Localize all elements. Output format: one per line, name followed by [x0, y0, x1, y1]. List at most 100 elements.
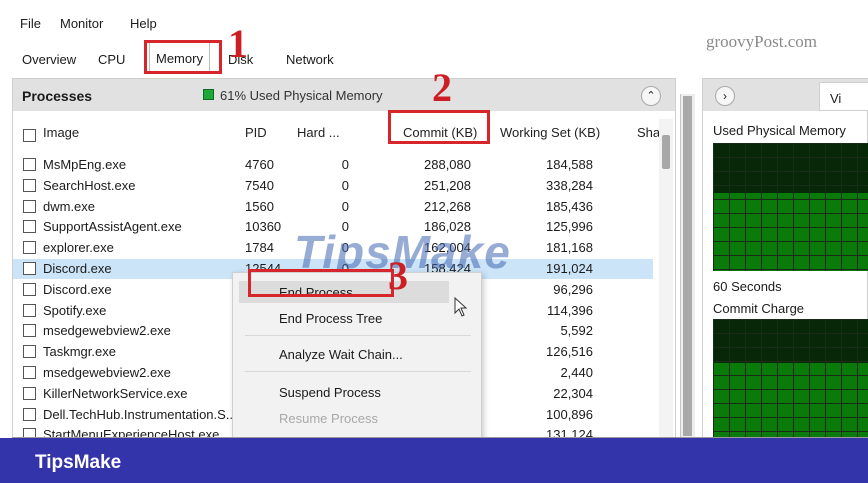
row-checkbox[interactable] — [23, 366, 36, 379]
screenshot-frame: File Monitor Help Overview CPU Memory Di… — [0, 0, 868, 483]
row-checkbox[interactable] — [23, 220, 36, 234]
process-working-set: 2,440 — [560, 365, 593, 380]
memory-status-text: 61% Used Physical Memory — [220, 88, 383, 103]
menu-separator — [245, 371, 471, 372]
process-image-name: Discord.exe — [43, 281, 112, 297]
row-checkbox[interactable] — [23, 241, 36, 255]
graphs-panel: › Vi Used Physical Memory 60 Seconds Com… — [702, 78, 868, 438]
process-image-name: MsMpEng.exe — [43, 157, 127, 172]
process-working-set: 5,592 — [560, 323, 593, 339]
scrollbar-thumb[interactable] — [662, 135, 670, 169]
process-pid: 10360 — [245, 219, 282, 235]
menu-item-analyze-wait-chain[interactable]: Analyze Wait Chain... — [279, 347, 403, 362]
row-checkbox[interactable] — [23, 178, 36, 192]
row-checkbox[interactable] — [23, 407, 36, 421]
process-commit: 212,268 — [424, 198, 471, 214]
expand-chevron-right-icon[interactable]: › — [715, 86, 735, 106]
menu-help[interactable]: Help — [130, 16, 157, 31]
process-working-set: 126,516 — [546, 344, 593, 360]
tab-network[interactable]: Network — [286, 52, 334, 67]
process-image-name: SupportAssistAgent.exe — [43, 219, 182, 235]
process-pid: 4760 — [245, 157, 274, 172]
process-commit: 288,080 — [424, 157, 471, 172]
menu-item-resume-process: Resume Process — [279, 411, 378, 426]
row-checkbox[interactable] — [23, 282, 36, 296]
process-image-name: SearchHost.exe — [43, 177, 136, 193]
commit-charge-label: Commit Charge — [713, 301, 805, 316]
processes-title: Processes — [22, 88, 93, 104]
splitter-thumb[interactable] — [683, 96, 692, 436]
process-pid: 1560 — [245, 198, 274, 214]
graph-grid — [713, 319, 868, 438]
process-hard-faults: 0 — [341, 157, 349, 172]
menu-item-end-process-tree[interactable]: End Process Tree — [279, 311, 382, 326]
column-pid[interactable]: PID — [245, 125, 267, 140]
process-working-set: 114,396 — [546, 302, 593, 318]
processes-header[interactable]: Processes 61% Used Physical Memory ⌃ — [13, 79, 675, 111]
highlight-end-process — [248, 269, 394, 297]
row-checkbox[interactable] — [23, 303, 36, 317]
used-physical-memory-label: Used Physical Memory — [713, 123, 846, 138]
column-hard-faults[interactable]: Hard ... — [297, 125, 340, 140]
table-row[interactable]: dwm.exe 1560 0 212,268 185,436 — [13, 197, 653, 217]
process-working-set: 22,304 — [553, 385, 593, 401]
column-shareable[interactable]: Sha — [637, 125, 660, 140]
process-commit: 251,208 — [424, 177, 471, 193]
mouse-cursor-icon — [454, 297, 468, 317]
graphs-header: › Vi — [703, 79, 868, 111]
column-working-set[interactable]: Working Set (KB) — [500, 125, 600, 140]
tab-cpu[interactable]: CPU — [98, 52, 125, 67]
commit-charge-graph — [713, 319, 868, 438]
annotation-number-3: 3 — [388, 253, 408, 298]
highlight-commit-column — [388, 110, 490, 144]
row-checkbox[interactable] — [23, 262, 36, 275]
process-image-name: msedgewebview2.exe — [43, 323, 171, 339]
row-checkbox[interactable] — [23, 324, 36, 338]
tab-bar: Overview CPU Memory Disk Network — [12, 40, 692, 76]
process-image-name: msedgewebview2.exe — [43, 365, 171, 380]
process-hard-faults: 0 — [341, 177, 349, 193]
tab-overview[interactable]: Overview — [22, 52, 76, 67]
process-image-name: KillerNetworkService.exe — [43, 385, 188, 401]
views-button[interactable]: Vi — [819, 82, 868, 111]
process-pid: 1784 — [245, 240, 274, 256]
table-row[interactable]: MsMpEng.exe 4760 0 288,080 184,588 — [13, 155, 653, 175]
graph-grid — [713, 143, 868, 271]
menu-file[interactable]: File — [20, 16, 41, 31]
memory-status-indicator — [203, 89, 214, 100]
processes-scrollbar[interactable] — [659, 119, 673, 437]
process-image-name: Dell.TechHub.Instrumentation.S... — [43, 406, 237, 422]
process-image-name: Spotify.exe — [43, 302, 107, 318]
process-working-set: 100,896 — [546, 406, 593, 422]
resource-monitor-window: File Monitor Help Overview CPU Memory Di… — [12, 10, 868, 438]
row-checkbox[interactable] — [23, 199, 36, 213]
process-working-set: 338,284 — [546, 177, 593, 193]
process-working-set: 191,024 — [546, 261, 593, 276]
table-row[interactable]: SearchHost.exe 7540 0 251,208 338,284 — [13, 176, 653, 196]
banner-brand-text: TipsMake — [35, 452, 122, 473]
menu-item-suspend-process[interactable]: Suspend Process — [279, 385, 381, 400]
menu-monitor[interactable]: Monitor — [60, 16, 103, 31]
process-working-set: 125,996 — [546, 219, 593, 235]
panel-splitter[interactable] — [680, 94, 695, 438]
select-all-checkbox[interactable] — [23, 129, 36, 142]
column-image[interactable]: Image — [43, 125, 79, 140]
menu-separator — [245, 335, 471, 336]
process-image-name: explorer.exe — [43, 240, 114, 256]
process-image-name: dwm.exe — [43, 198, 96, 214]
row-checkbox[interactable] — [23, 386, 36, 400]
used-physical-memory-graph — [713, 143, 868, 271]
row-checkbox[interactable] — [23, 345, 36, 359]
process-working-set: 96,296 — [553, 281, 593, 297]
process-working-set: 185,436 — [546, 198, 593, 214]
highlight-memory-tab — [144, 40, 222, 74]
annotation-number-1: 1 — [228, 21, 248, 66]
process-image-name: Discord.exe — [43, 261, 112, 276]
groovypost-watermark: groovyPost.com — [706, 32, 817, 51]
process-image-name: Taskmgr.exe — [43, 344, 116, 360]
process-working-set: 181,168 — [546, 240, 593, 256]
process-pid: 7540 — [245, 177, 274, 193]
annotation-number-2: 2 — [432, 65, 452, 110]
row-checkbox[interactable] — [23, 158, 36, 171]
collapse-chevron-up-icon[interactable]: ⌃ — [641, 86, 661, 106]
